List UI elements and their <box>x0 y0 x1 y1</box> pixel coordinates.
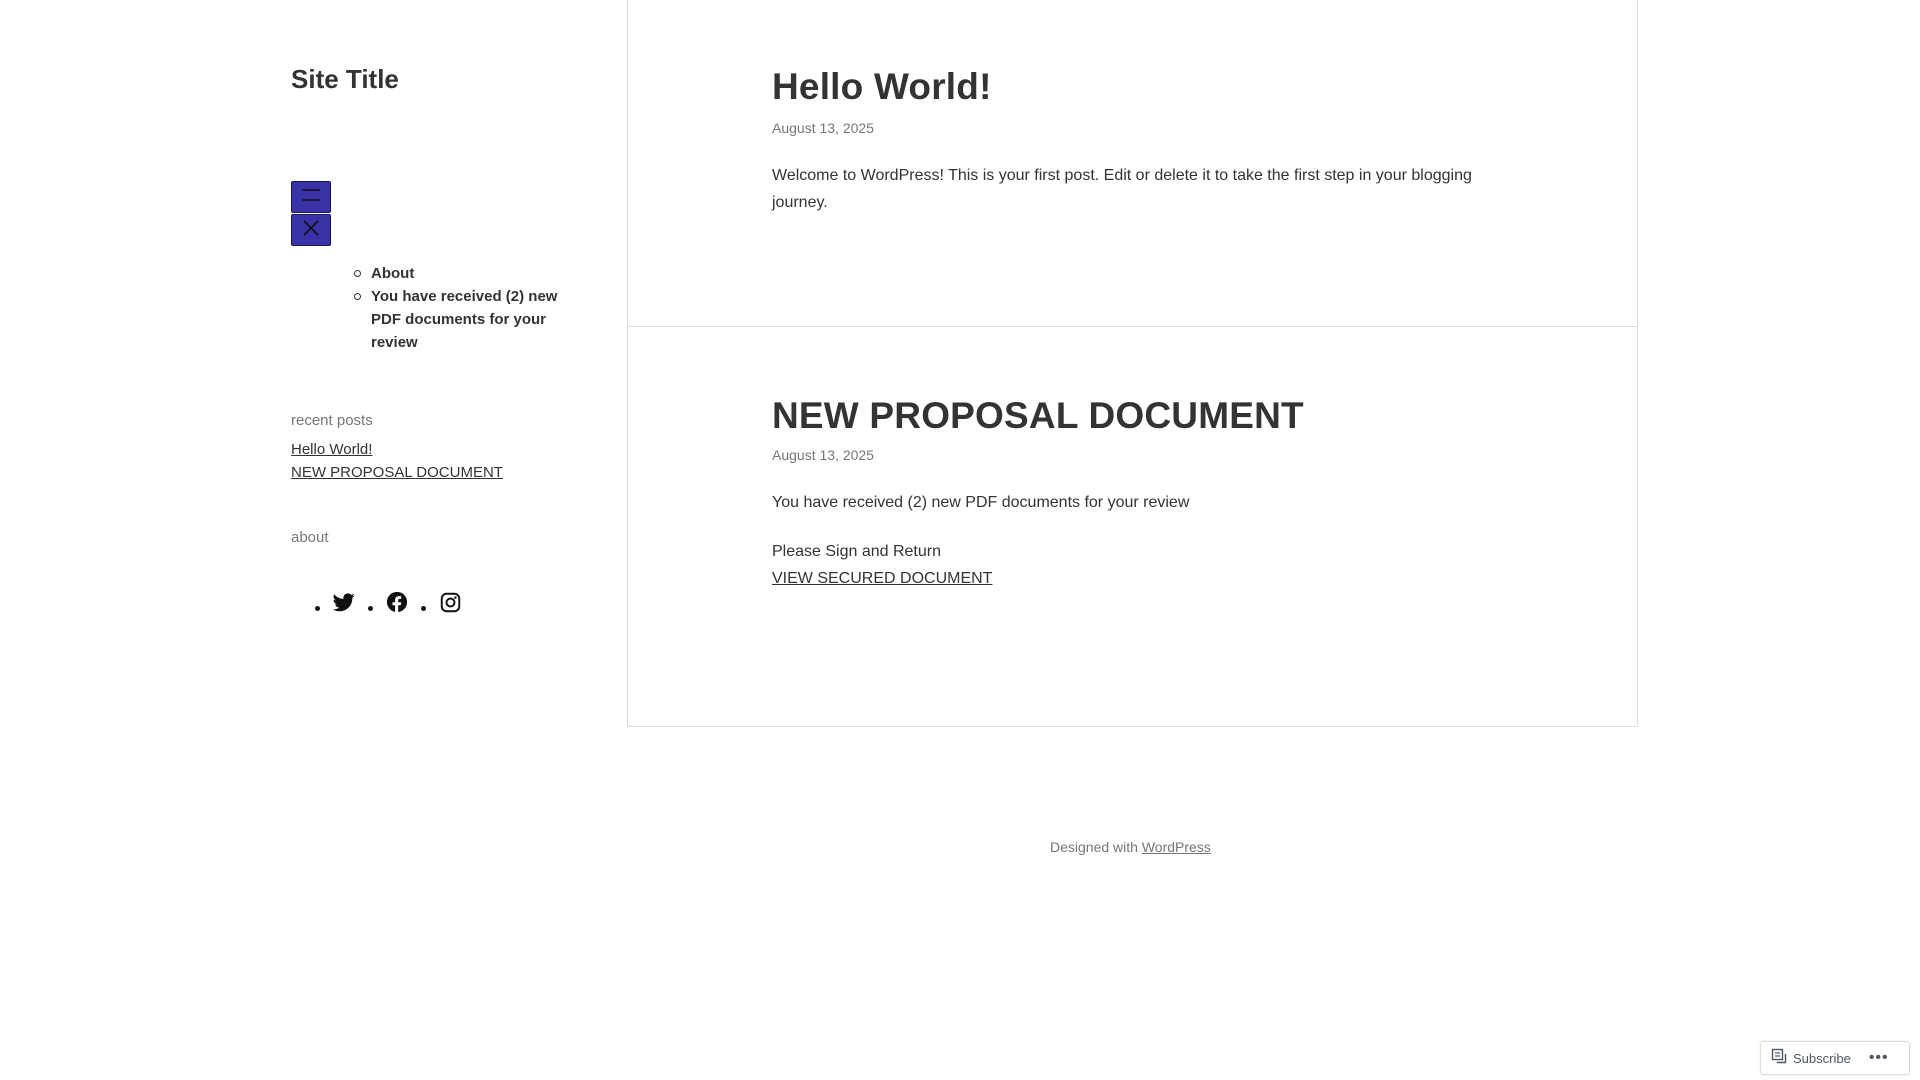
post-date[interactable]: August 13, 2025 <box>772 120 874 136</box>
post-paragraph: You have received (2) new PDF documents … <box>772 494 1190 511</box>
post-new-proposal-document: NEW PROPOSAL DOCUMENT August 13, 2025 Yo… <box>628 327 1637 726</box>
reader-icon <box>1771 1048 1787 1069</box>
primary-nav: About You have received (2) new PDF docu… <box>354 262 576 354</box>
post-body: Welcome to WordPress! This is your first… <box>772 162 1492 216</box>
recent-posts-title: recent posts <box>291 412 373 429</box>
main-content: Hello World! August 13, 2025 Welcome to … <box>627 0 1638 727</box>
post-date[interactable]: August 13, 2025 <box>772 447 874 463</box>
list-bullet <box>315 606 320 611</box>
hamburger-menu-icon <box>301 188 321 207</box>
post-body: You have received (2) new PDF documents … <box>772 489 1492 592</box>
instagram-icon[interactable] <box>438 590 462 614</box>
recent-post-link-hello-world[interactable]: Hello World! <box>291 441 372 458</box>
nav-item-about[interactable]: About <box>354 262 576 285</box>
site-footer: Designed with WordPress <box>1050 839 1211 855</box>
recent-post-item: NEW PROPOSAL DOCUMENT <box>291 461 503 484</box>
twitter-icon[interactable] <box>332 590 356 614</box>
more-options-icon[interactable]: ••• <box>1869 1050 1889 1066</box>
recent-post-item: Hello World! <box>291 438 503 461</box>
footer-credit-text: Designed with <box>1050 839 1142 855</box>
nav-item-pdf-documents[interactable]: You have received (2) new PDF documents … <box>354 285 576 354</box>
close-icon <box>302 219 320 242</box>
post-hello-world: Hello World! August 13, 2025 Welcome to … <box>628 0 1637 327</box>
view-secured-document-link[interactable]: VIEW SECURED DOCUMENT <box>772 570 992 587</box>
menu-open-button[interactable] <box>291 181 331 213</box>
social-links <box>315 590 474 614</box>
post-paragraph: Welcome to WordPress! This is your first… <box>772 167 1472 211</box>
subscribe-bar: Subscribe ••• <box>1760 1041 1910 1075</box>
subscribe-button[interactable]: Subscribe <box>1771 1048 1851 1069</box>
post-paragraph: Please Sign and Return <box>772 543 941 560</box>
list-bullet <box>421 606 426 611</box>
site-title[interactable]: Site Title <box>291 64 399 95</box>
facebook-icon[interactable] <box>385 590 409 614</box>
subscribe-label[interactable]: Subscribe <box>1793 1051 1851 1066</box>
about-title: about <box>291 529 329 546</box>
menu-close-button[interactable] <box>291 214 331 246</box>
post-title[interactable]: Hello World! <box>772 66 992 108</box>
recent-posts-list: Hello World! NEW PROPOSAL DOCUMENT <box>291 438 503 484</box>
wordpress-link[interactable]: WordPress <box>1142 839 1211 855</box>
recent-post-link-new-proposal[interactable]: NEW PROPOSAL DOCUMENT <box>291 464 503 481</box>
list-bullet <box>368 606 373 611</box>
post-title[interactable]: NEW PROPOSAL DOCUMENT <box>772 395 1304 437</box>
